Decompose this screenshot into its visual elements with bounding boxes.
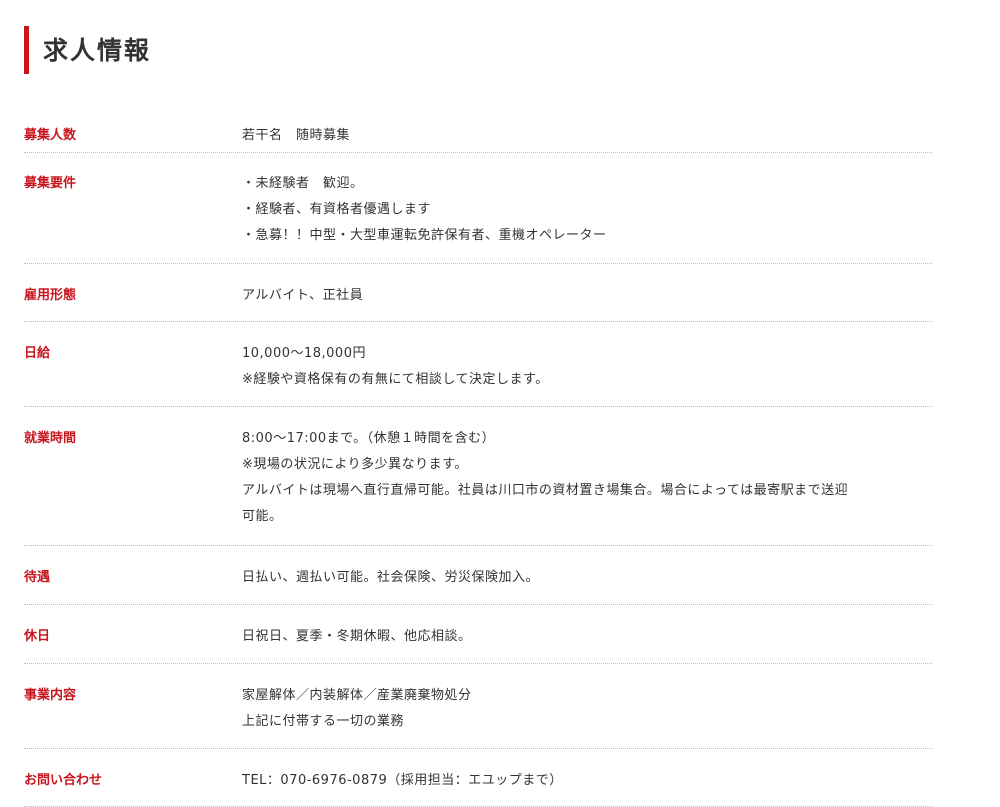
row-label: 待遇 — [24, 570, 51, 585]
row-value-line: 日払い、週払い可能。社会保険、労災保険加入。 — [242, 570, 540, 585]
row-value-line: 上記に付帯する一切の業務 — [242, 714, 405, 729]
row-label: 就業時間 — [24, 431, 77, 446]
row-value-line: 日祝日、夏季・冬期休暇、他応相談。 — [242, 629, 472, 644]
table-row: お問い合わせ TEL：070-6976-0879（採用担当：エユップまで） — [24, 749, 932, 807]
table-row: 就業時間 8:00～17:00まで。（休憩１時間を含む） ※現場の状況により多少… — [24, 407, 932, 546]
table-row: 募集要件 ・未経験者 歓迎。 ・経験者、有資格者優遇します ・急募！！中型・大型… — [24, 153, 932, 264]
row-value: アルバイト、正社員 — [242, 283, 932, 321]
job-info-table: 募集人数 若干名 随時募集 募集要件 ・未経験者 歓迎。 ・経験者、有資格者優遇… — [24, 111, 932, 807]
row-label: 雇用形態 — [24, 288, 77, 303]
row-value-line: ・急募！！中型・大型車運転免許保有者、重機オペレーター — [242, 228, 607, 243]
table-row: 事業内容 家屋解体／内装解体／産業廃棄物処分 上記に付帯する一切の業務 — [24, 664, 932, 749]
row-label: 募集人数 — [24, 128, 77, 143]
row-label: お問い合わせ — [24, 773, 103, 788]
row-value: 日払い、週払い可能。社会保険、労災保険加入。 — [242, 565, 932, 604]
table-row: 募集人数 若干名 随時募集 — [24, 111, 932, 153]
row-value-line: 可能。 — [242, 509, 283, 524]
page-title-text: 求人情報 — [43, 35, 152, 65]
row-value: 日祝日、夏季・冬期休暇、他応相談。 — [242, 624, 932, 663]
row-value: 家屋解体／内装解体／産業廃棄物処分 上記に付帯する一切の業務 — [242, 683, 932, 748]
row-value: 10,000～18,000円 ※経験や資格保有の有無にて相談して決定します。 — [242, 341, 932, 406]
row-value-line: ・未経験者 歓迎。 — [242, 176, 364, 191]
row-value-line: 10,000～18,000円 — [242, 346, 366, 361]
table-row: 雇用形態 アルバイト、正社員 — [24, 264, 932, 322]
row-label: 休日 — [24, 629, 51, 644]
table-row: 待遇 日払い、週払い可能。社会保険、労災保険加入。 — [24, 546, 932, 605]
row-value-line: ※経験や資格保有の有無にて相談して決定します。 — [242, 372, 549, 387]
row-value: ・未経験者 歓迎。 ・経験者、有資格者優遇します ・急募！！中型・大型車運転免許… — [242, 171, 932, 263]
row-value: 8:00～17:00まで。（休憩１時間を含む） ※現場の状況により多少異なります… — [242, 426, 932, 545]
row-value-line: ※現場の状況により多少異なります。 — [242, 457, 468, 472]
row-value-line: TEL：070-6976-0879（採用担当：エユップまで） — [242, 773, 563, 788]
page-title: 求人情報 — [24, 26, 151, 74]
row-value: 若干名 随時募集 — [242, 123, 932, 152]
row-value-line: 若干名 随時募集 — [242, 128, 351, 143]
row-label: 募集要件 — [24, 176, 77, 191]
row-value-line: ・経験者、有資格者優遇します — [242, 202, 432, 217]
row-value-line: 家屋解体／内装解体／産業廃棄物処分 — [242, 688, 472, 703]
table-row: 日給 10,000～18,000円 ※経験や資格保有の有無にて相談して決定します… — [24, 322, 932, 407]
row-value-line: アルバイトは現場へ直行直帰可能。社員は川口市の資材置き場集合。場合によっては最寄… — [242, 483, 849, 498]
row-value-line: アルバイト、正社員 — [242, 288, 364, 303]
row-label: 日給 — [24, 346, 51, 361]
row-value-line: 8:00～17:00まで。（休憩１時間を含む） — [242, 431, 496, 446]
table-row: 休日 日祝日、夏季・冬期休暇、他応相談。 — [24, 605, 932, 664]
row-value: TEL：070-6976-0879（採用担当：エユップまで） — [242, 768, 932, 806]
row-label: 事業内容 — [24, 688, 77, 703]
